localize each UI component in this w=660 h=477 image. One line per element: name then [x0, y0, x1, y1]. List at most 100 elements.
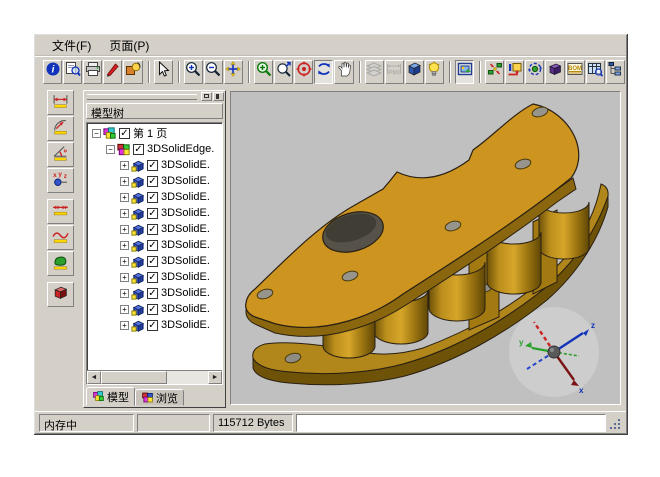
expand-toggle-icon[interactable]: +	[120, 225, 129, 234]
visibility-checkbox[interactable]: ✓	[147, 224, 158, 235]
visibility-checkbox[interactable]: ✓	[147, 304, 158, 315]
curve-dimension-button[interactable]	[47, 225, 74, 250]
tree-row[interactable]: + ✓3DSolidE.	[89, 237, 221, 253]
toolbar-separator	[178, 61, 180, 83]
chain-dimension-button[interactable]	[47, 199, 74, 224]
visibility-checkbox[interactable]: ✓	[147, 272, 158, 283]
scroll-left-arrow-icon[interactable]: ◄	[87, 371, 101, 384]
explode-parts-button[interactable]	[485, 60, 504, 84]
resize-grip-icon[interactable]	[609, 415, 622, 431]
zoom-dynamic-button[interactable]	[274, 60, 293, 84]
viewport-3d[interactable]: z x y	[230, 91, 621, 405]
tree-row[interactable]: + ✓3DSolidE.	[89, 301, 221, 317]
model-tree-toggle-button[interactable]	[606, 60, 625, 84]
panel-close-button[interactable]	[213, 92, 224, 101]
print-preview-icon	[65, 61, 81, 82]
tree-row[interactable]: +✓3DSolidE.	[89, 221, 221, 237]
zoom-out-button[interactable]	[204, 60, 223, 84]
tree-row[interactable]: + ✓3DSolidE.	[89, 269, 221, 285]
orbit-button[interactable]	[525, 60, 544, 84]
panel-restore-button[interactable]	[201, 92, 212, 101]
tree-row[interactable]: +✓3DSolidE.	[89, 205, 221, 221]
bom-button[interactable]: BOM	[566, 60, 585, 84]
zoom-all-button[interactable]	[294, 60, 313, 84]
expand-toggle-icon[interactable]: +	[120, 305, 129, 314]
pan-button[interactable]	[224, 60, 243, 84]
expand-toggle-icon[interactable]: +	[120, 193, 129, 202]
axis-y-label: y	[519, 338, 524, 347]
redline-edit-button[interactable]	[103, 60, 122, 84]
spline-dim-icon	[52, 227, 69, 249]
rotate-view-button[interactable]	[314, 60, 333, 84]
capture-image-button[interactable]	[455, 60, 474, 84]
visibility-checkbox[interactable]: ✓	[133, 144, 144, 155]
volume-measure-button[interactable]	[47, 282, 74, 307]
tree-horizontal-scrollbar[interactable]: ◄ ►	[87, 370, 222, 384]
tree-row[interactable]: +✓3DSolidE.	[89, 253, 221, 269]
area-measure-button[interactable]	[47, 251, 74, 276]
lighting-button[interactable]	[425, 60, 444, 84]
visibility-checkbox[interactable]: ✓	[147, 208, 158, 219]
save-view-icon	[507, 61, 523, 82]
display-options-button[interactable]	[123, 60, 142, 84]
linear-dimension-button[interactable]	[47, 90, 74, 115]
zoom-in-button[interactable]	[184, 60, 203, 84]
info-button[interactable]: i	[43, 60, 62, 84]
tree-row[interactable]: −✓3DSolidEdge.	[89, 141, 221, 157]
expand-toggle-icon[interactable]: +	[120, 161, 129, 170]
visibility-checkbox[interactable]: ✓	[147, 176, 158, 187]
zoom-window-button[interactable]	[254, 60, 273, 84]
report-table-button[interactable]	[586, 60, 605, 84]
tree-row[interactable]: +✓3DSolidE.	[89, 189, 221, 205]
expand-toggle-icon[interactable]: +	[120, 273, 129, 282]
radial-dimension-button[interactable]	[47, 116, 74, 141]
tree-item-label: 3DSolidE.	[161, 159, 210, 171]
part-icon	[130, 222, 146, 237]
tree-row[interactable]: +✓3DSolidE.	[89, 317, 221, 333]
tree-row[interactable]: +✓3DSolidE.	[89, 173, 221, 189]
tree-row[interactable]: −✓第 1 页	[89, 125, 221, 141]
visibility-checkbox[interactable]: ✓	[147, 240, 158, 251]
select-button[interactable]	[154, 60, 173, 84]
angular-dimension-button[interactable]	[47, 142, 74, 167]
panel-drag-grip-icon[interactable]	[87, 94, 197, 100]
tree-item-label: 3DSolidE.	[161, 239, 210, 251]
tree-row[interactable]: + ✓3DSolidE.	[89, 157, 221, 173]
visibility-checkbox[interactable]: ✓	[119, 128, 130, 139]
tree-item-label: 3DSolidE.	[161, 303, 210, 315]
print-button[interactable]	[83, 60, 102, 84]
visibility-checkbox[interactable]: ✓	[147, 160, 158, 171]
expand-toggle-icon[interactable]: +	[120, 257, 129, 266]
expand-toggle-icon[interactable]: +	[120, 241, 129, 250]
visibility-checkbox[interactable]: ✓	[147, 192, 158, 203]
expand-toggle-icon[interactable]: +	[120, 209, 129, 218]
save-view-button[interactable]	[505, 60, 524, 84]
expand-toggle-icon[interactable]: +	[120, 289, 129, 298]
pan-hand-button[interactable]	[334, 60, 353, 84]
collapse-toggle-icon[interactable]: −	[92, 129, 101, 138]
expand-toggle-icon[interactable]: +	[120, 177, 129, 186]
tree-row[interactable]: +✓3DSolidE.	[89, 285, 221, 301]
assembly-icon	[116, 142, 132, 157]
scroll-right-arrow-icon[interactable]: ►	[208, 371, 222, 384]
part-icon	[130, 254, 146, 269]
collapse-toggle-icon[interactable]: −	[106, 145, 115, 154]
coordinate-dimension-button[interactable]: xyz	[47, 168, 74, 193]
scroll-track[interactable]	[101, 371, 208, 384]
view-3d-button[interactable]	[405, 60, 424, 84]
tab-model[interactable]: 模型	[86, 387, 135, 406]
tree-item-label: 3DSolidE.	[161, 271, 210, 283]
visibility-checkbox[interactable]: ✓	[147, 320, 158, 331]
panel-titlebar[interactable]	[84, 91, 225, 102]
menu-item-file[interactable]: 文件(F)	[43, 35, 100, 56]
expand-toggle-icon[interactable]: +	[120, 321, 129, 330]
print-preview-button[interactable]	[63, 60, 82, 84]
visibility-checkbox[interactable]: ✓	[147, 288, 158, 299]
scroll-thumb[interactable]	[101, 371, 167, 384]
options-icon	[125, 61, 141, 82]
menu-item-page[interactable]: 页面(P)	[100, 35, 158, 56]
visibility-checkbox[interactable]: ✓	[147, 256, 158, 267]
solid-display-button[interactable]	[545, 60, 564, 84]
area-icon	[52, 253, 69, 275]
tab-browse[interactable]: 浏览	[135, 389, 184, 406]
